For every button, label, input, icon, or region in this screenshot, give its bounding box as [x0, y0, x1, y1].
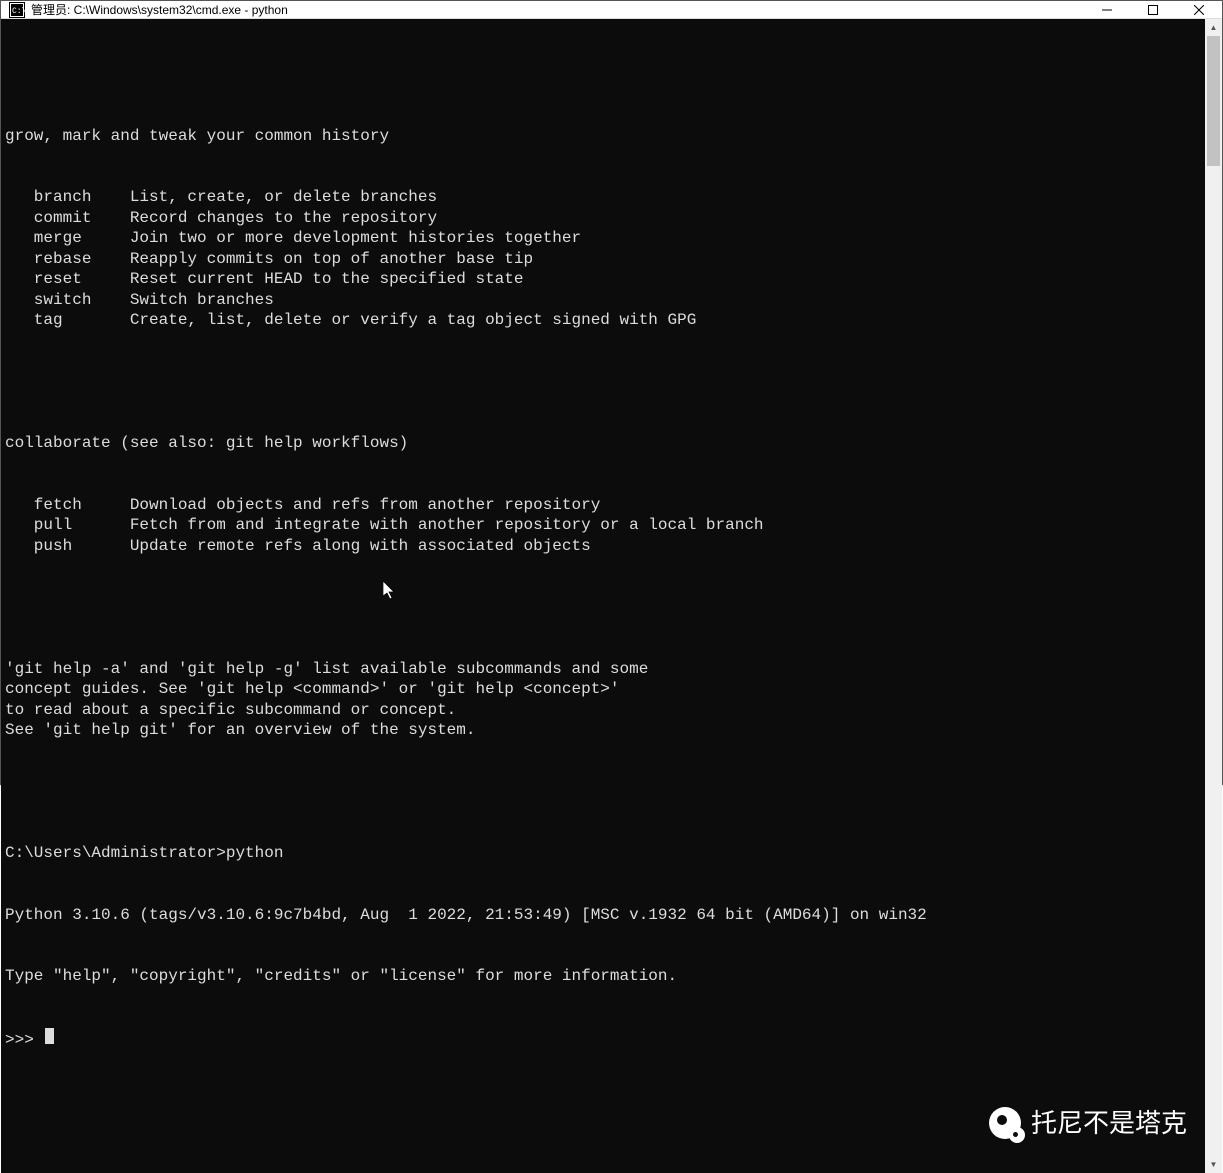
help-text-line: 'git help -a' and 'git help -g' list ava…	[5, 659, 1205, 680]
window-controls	[1084, 1, 1222, 18]
git-command-row: push Update remote refs along with assoc…	[5, 536, 1205, 557]
cmd-window: C:\ 管理员: C:\Windows\system32\cmd.exe - p…	[0, 0, 1223, 785]
close-button[interactable]	[1176, 1, 1222, 18]
git-command-row: rebase Reapply commits on top of another…	[5, 249, 1205, 270]
cmd-prompt-line: C:\Users\Administrator>python	[5, 843, 1205, 864]
text-cursor	[45, 1028, 54, 1044]
scroll-down-button[interactable]: ▼	[1205, 1156, 1222, 1173]
git-command-row: merge Join two or more development histo…	[5, 228, 1205, 249]
maximize-button[interactable]	[1130, 1, 1176, 18]
watermark-text: 托尼不是塔克	[1031, 1113, 1187, 1134]
minimize-button[interactable]	[1084, 1, 1130, 18]
python-banner: Python 3.10.6 (tags/v3.10.6:9c7b4bd, Aug…	[5, 905, 1205, 926]
cmd-icon: C:\	[9, 2, 25, 18]
help-text-line: See 'git help git' for an overview of th…	[5, 720, 1205, 741]
python-banner: Type "help", "copyright", "credits" or "…	[5, 966, 1205, 987]
scrollbar-thumb[interactable]	[1207, 36, 1220, 166]
git-command-row: branch List, create, or delete branches	[5, 187, 1205, 208]
python-repl-prompt[interactable]: >>>	[5, 1028, 1205, 1051]
scroll-up-button[interactable]: ▲	[1205, 19, 1222, 36]
terminal-output[interactable]: grow, mark and tweak your common history…	[1, 19, 1205, 1173]
watermark: 托尼不是塔克	[987, 1105, 1187, 1141]
git-command-row: tag Create, list, delete or verify a tag…	[5, 310, 1205, 331]
help-text-line: concept guides. See 'git help <command>'…	[5, 679, 1205, 700]
git-command-row: reset Reset current HEAD to the specifie…	[5, 269, 1205, 290]
wechat-icon	[987, 1105, 1023, 1141]
help-text-line: to read about a specific subcommand or c…	[5, 700, 1205, 721]
section-header: collaborate (see also: git help workflow…	[5, 433, 1205, 454]
titlebar[interactable]: C:\ 管理员: C:\Windows\system32\cmd.exe - p…	[1, 1, 1222, 19]
section-header: grow, mark and tweak your common history	[5, 126, 1205, 147]
git-command-row: switch Switch branches	[5, 290, 1205, 311]
git-command-row: commit Record changes to the repository	[5, 208, 1205, 229]
vertical-scrollbar[interactable]: ▲ ▼	[1205, 19, 1222, 1173]
git-command-row: fetch Download objects and refs from ano…	[5, 495, 1205, 516]
window-title: 管理员: C:\Windows\system32\cmd.exe - pytho…	[31, 1, 288, 18]
git-command-row: pull Fetch from and integrate with anoth…	[5, 515, 1205, 536]
svg-text:C:\: C:\	[12, 7, 25, 16]
